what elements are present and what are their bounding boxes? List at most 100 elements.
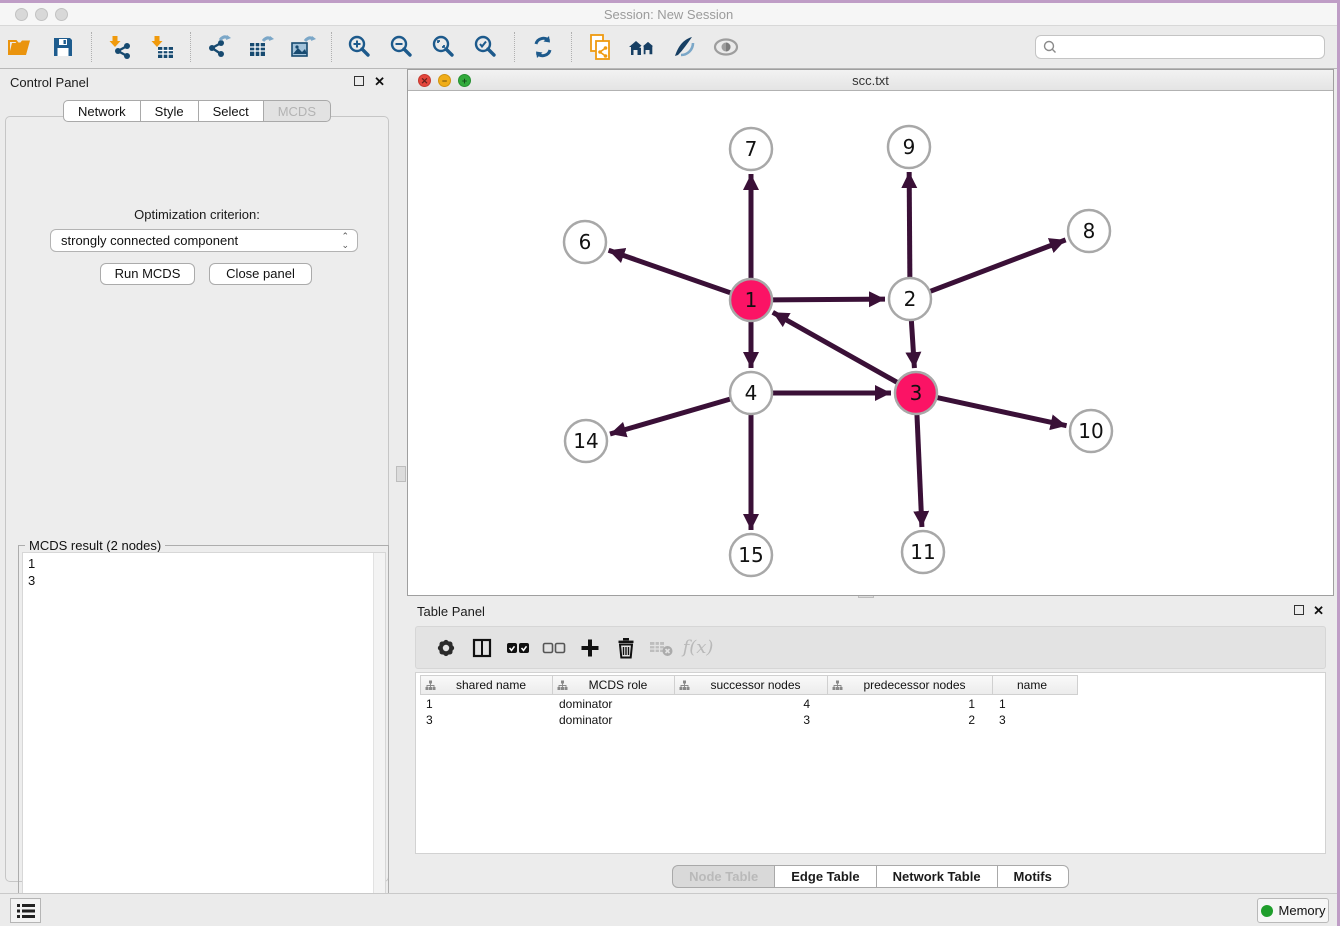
tree-hierarchy-icon bbox=[832, 680, 843, 691]
network-canvas[interactable]: 7968124314101511 bbox=[408, 91, 1333, 595]
mcds-result-text: 1 3 bbox=[28, 555, 35, 589]
save-session-icon[interactable] bbox=[46, 31, 80, 63]
result-scrollbar[interactable] bbox=[373, 553, 385, 923]
graph-node-label-2: 2 bbox=[904, 287, 917, 311]
table-cell[interactable]: dominator bbox=[553, 713, 675, 729]
run-mcds-button[interactable]: Run MCDS bbox=[100, 263, 195, 285]
zoom-out-icon[interactable] bbox=[385, 31, 419, 63]
table-cell[interactable]: 2 bbox=[828, 713, 993, 729]
export-network-icon[interactable] bbox=[202, 31, 236, 63]
delete-column-icon[interactable] bbox=[608, 631, 644, 665]
table-cell[interactable]: 1 bbox=[828, 697, 993, 713]
vertical-splitter-handle[interactable] bbox=[396, 466, 406, 482]
table-row[interactable]: 3dominator323 bbox=[420, 713, 1078, 729]
node-table[interactable]: shared name MCDS rolesuccessor nodes prede… bbox=[415, 672, 1326, 854]
tab-network-table[interactable]: Network Table bbox=[877, 865, 998, 888]
float-panel-icon[interactable] bbox=[354, 76, 364, 86]
deselect-all-checkboxes-icon[interactable] bbox=[536, 631, 572, 665]
memory-button[interactable]: Memory bbox=[1257, 898, 1329, 923]
control-panel-tabs: Network Style Select MCDS bbox=[0, 100, 394, 122]
column-header-predecessor-nodes[interactable]: predecessor nodes bbox=[828, 675, 993, 695]
optimization-criterion-select[interactable]: strongly connected component ⌃⌄ bbox=[50, 229, 358, 252]
column-header-successor-nodes[interactable]: successor nodes bbox=[675, 675, 828, 695]
search-box bbox=[1035, 35, 1325, 59]
duplicate-network-icon[interactable] bbox=[583, 31, 617, 63]
column-header-label: MCDS role bbox=[568, 678, 674, 692]
tab-edge-table[interactable]: Edge Table bbox=[775, 865, 876, 888]
graph-edge-3-1[interactable] bbox=[773, 312, 898, 382]
delete-table-icon bbox=[644, 631, 680, 665]
graph-node-label-6: 6 bbox=[579, 230, 592, 254]
export-table-icon[interactable] bbox=[244, 31, 278, 63]
import-network-icon[interactable] bbox=[103, 31, 137, 63]
network-window-titlebar: ✕ − + scc.txt bbox=[408, 70, 1333, 91]
export-image-icon[interactable] bbox=[286, 31, 320, 63]
table-header-row: shared name MCDS rolesuccessor nodes prede… bbox=[420, 675, 1078, 695]
column-header-label: shared name bbox=[436, 678, 552, 692]
graph-edge-3-11[interactable] bbox=[917, 414, 922, 527]
table-cell[interactable]: 1 bbox=[993, 697, 1078, 713]
mcds-result-textarea[interactable]: 1 3 bbox=[22, 552, 386, 924]
column-header-MCDS-role[interactable]: MCDS role bbox=[553, 675, 675, 695]
search-input[interactable] bbox=[1058, 38, 1324, 56]
tab-node-table[interactable]: Node Table bbox=[672, 865, 775, 888]
search-icon bbox=[1042, 39, 1058, 55]
app-window: Session: New Session bbox=[0, 3, 1337, 926]
column-header-shared-name[interactable]: shared name bbox=[420, 675, 553, 695]
status-bar: Memory bbox=[0, 893, 1337, 926]
table-row[interactable]: 1dominator411 bbox=[420, 697, 1078, 713]
table-body: 1dominator4113dominator323 bbox=[420, 697, 1078, 729]
control-panel-header: Control Panel ✕ bbox=[0, 69, 394, 95]
graph-node-label-14: 14 bbox=[573, 429, 598, 453]
close-panel-button[interactable]: Close panel bbox=[209, 263, 312, 285]
table-cell[interactable]: 3 bbox=[993, 713, 1078, 729]
tab-mcds[interactable]: MCDS bbox=[264, 100, 331, 122]
table-cell[interactable]: 1 bbox=[420, 697, 553, 713]
toolbar-separator bbox=[571, 32, 572, 62]
graph-edge-2-9[interactable] bbox=[909, 172, 910, 278]
tab-select[interactable]: Select bbox=[199, 100, 264, 122]
table-cell[interactable]: 3 bbox=[675, 713, 828, 729]
graph-node-label-10: 10 bbox=[1078, 419, 1103, 443]
table-tabs: Node Table Edge Table Network Table Moti… bbox=[407, 865, 1334, 888]
tab-style[interactable]: Style bbox=[141, 100, 199, 122]
select-all-checkboxes-icon[interactable] bbox=[500, 631, 536, 665]
column-header-label: name bbox=[993, 678, 1077, 692]
network-window: ✕ − + scc.txt 7968124314101511 bbox=[407, 69, 1334, 596]
table-panel-header: Table Panel ✕ bbox=[407, 598, 1334, 624]
graph-edge-3-10[interactable] bbox=[937, 397, 1067, 425]
graph-edge-4-14[interactable] bbox=[610, 399, 731, 434]
column-header-label: predecessor nodes bbox=[843, 678, 992, 692]
tab-motifs[interactable]: Motifs bbox=[998, 865, 1069, 888]
show-all-windows-icon[interactable] bbox=[625, 31, 659, 63]
table-cell[interactable]: 4 bbox=[675, 697, 828, 713]
show-columns-icon[interactable] bbox=[464, 631, 500, 665]
table-cell[interactable]: 3 bbox=[420, 713, 553, 729]
network-graph[interactable]: 7968124314101511 bbox=[408, 91, 1333, 595]
zoom-fit-icon[interactable] bbox=[427, 31, 461, 63]
table-toolbar: f(x) bbox=[415, 626, 1326, 669]
open-file-icon[interactable] bbox=[4, 31, 38, 63]
apply-style-icon[interactable] bbox=[667, 31, 701, 63]
close-panel-icon[interactable]: ✕ bbox=[374, 74, 385, 90]
graph-edge-1-2[interactable] bbox=[772, 299, 885, 300]
select-stepper-icon: ⌃⌄ bbox=[341, 232, 349, 250]
graph-edge-2-3[interactable] bbox=[911, 320, 914, 368]
refresh-view-icon[interactable] bbox=[526, 31, 560, 63]
mcds-panel-body: Optimization criterion: strongly connect… bbox=[5, 116, 389, 882]
graph-edge-2-8[interactable] bbox=[930, 240, 1066, 292]
task-history-button[interactable] bbox=[10, 898, 41, 923]
add-column-icon[interactable] bbox=[572, 631, 608, 665]
mcds-result-legend: MCDS result (2 nodes) bbox=[25, 538, 165, 553]
float-table-panel-icon[interactable] bbox=[1294, 605, 1304, 615]
zoom-in-icon[interactable] bbox=[343, 31, 377, 63]
import-table-icon[interactable] bbox=[145, 31, 179, 63]
optimization-criterion-label: Optimization criterion: bbox=[6, 207, 388, 222]
table-cell[interactable]: dominator bbox=[553, 697, 675, 713]
graph-edge-1-6[interactable] bbox=[609, 250, 732, 293]
settings-gear-icon[interactable] bbox=[428, 631, 464, 665]
column-header-name[interactable]: name bbox=[993, 675, 1078, 695]
zoom-selected-icon[interactable] bbox=[469, 31, 503, 63]
close-table-panel-icon[interactable]: ✕ bbox=[1313, 603, 1324, 619]
tab-network[interactable]: Network bbox=[63, 100, 141, 122]
